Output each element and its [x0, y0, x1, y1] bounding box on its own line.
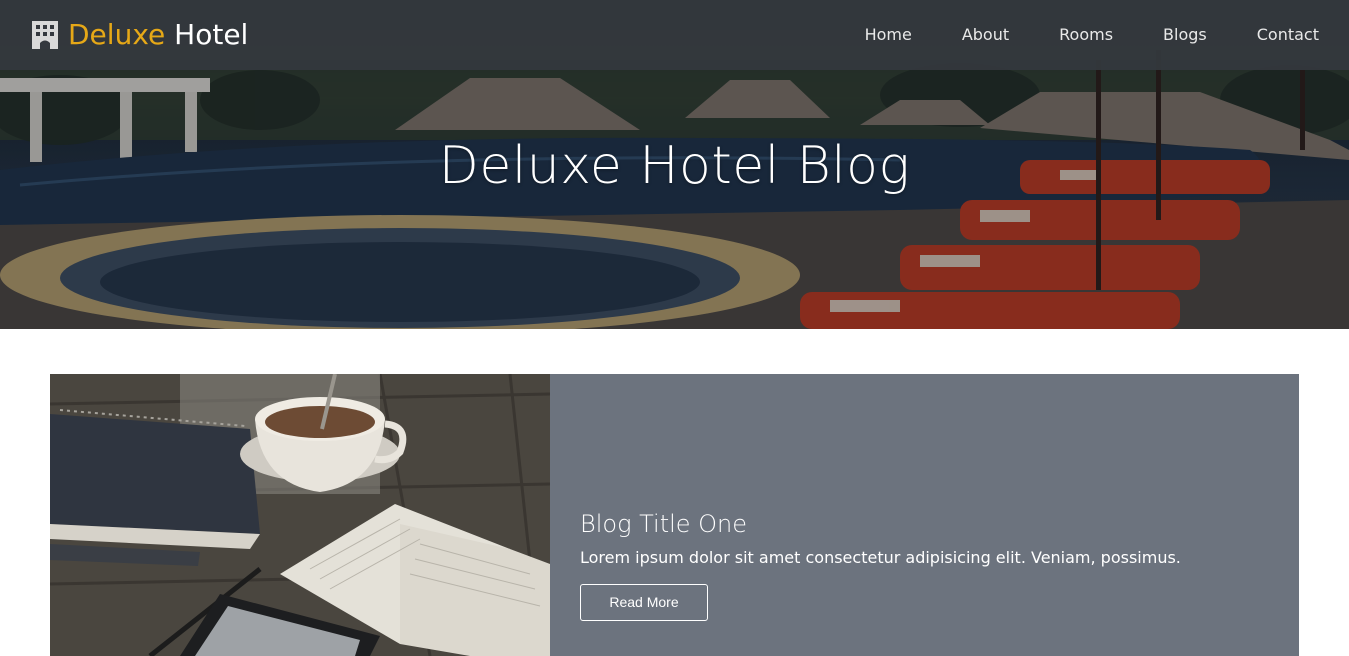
brand-logo[interactable]: Deluxe Hotel	[30, 17, 248, 53]
brand-name-accent: Deluxe	[68, 18, 166, 51]
blog-post-title[interactable]: Blog Title One	[580, 508, 1270, 540]
main-nav: Home About Rooms Blogs Contact	[815, 0, 1319, 70]
nav-link-blogs[interactable]: Blogs	[1163, 0, 1207, 70]
brand-name-rest: Hotel	[174, 18, 249, 51]
blog-post-excerpt: Lorem ipsum dolor sit amet consectetur a…	[580, 548, 1181, 567]
page-title: Deluxe Hotel Blog	[438, 136, 911, 196]
brand-name: Deluxe Hotel	[68, 17, 248, 53]
top-navbar: Deluxe Hotel Home About Rooms Blogs Cont…	[0, 0, 1349, 70]
nav-link-contact[interactable]: Contact	[1257, 0, 1319, 70]
hotel-building-icon	[32, 21, 58, 49]
nav-link-rooms[interactable]: Rooms	[1059, 0, 1113, 70]
nav-link-home[interactable]: Home	[865, 0, 912, 70]
read-more-button[interactable]: Read More	[580, 584, 708, 621]
blog-post-body: Blog Title One Lorem ipsum dolor sit ame…	[580, 508, 1270, 621]
nav-link-about[interactable]: About	[962, 0, 1009, 70]
blog-post-card: Blog Title One Lorem ipsum dolor sit ame…	[50, 374, 1299, 656]
blog-post-image	[50, 374, 550, 656]
